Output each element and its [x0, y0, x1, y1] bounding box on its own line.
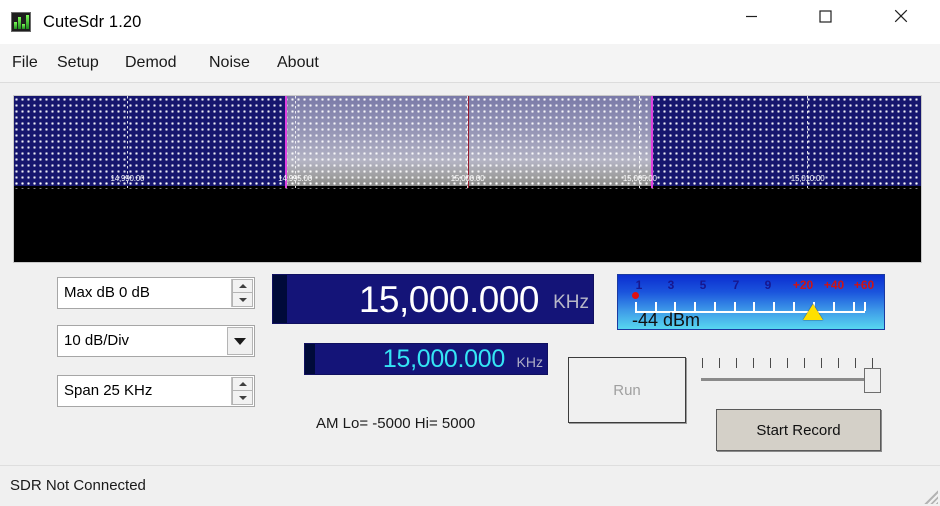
- db-per-div-combobox[interactable]: 10 dB/Div: [57, 325, 255, 357]
- volume-slider-groove[interactable]: [701, 378, 879, 381]
- menu-item-demod[interactable]: Demod: [121, 52, 181, 74]
- status-message: SDR Not Connected: [10, 477, 146, 494]
- chevron-up-icon: [238, 284, 247, 288]
- start-record-button[interactable]: Start Record: [716, 409, 881, 451]
- max-db-value: Max dB 0 dB: [64, 284, 150, 301]
- maximize-icon: [818, 9, 832, 23]
- max-db-spinbox[interactable]: Max dB 0 dB: [57, 277, 255, 309]
- smeter-label-s9: 9: [764, 278, 772, 292]
- demod-frequency-unit: KHz: [516, 354, 543, 370]
- spectrum-freq-label: 15,010.00: [790, 174, 825, 183]
- close-button[interactable]: [878, 0, 924, 32]
- close-icon: [894, 9, 908, 23]
- run-button[interactable]: Run: [568, 357, 686, 423]
- window-title: CuteSdr 1.20: [43, 13, 142, 31]
- demod-frequency-display[interactable]: 15,000.000 KHz: [304, 343, 548, 375]
- smeter-overload-dot: [632, 292, 639, 299]
- db-per-div-value: 10 dB/Div: [64, 332, 130, 349]
- smeter-label-p60: +60: [853, 278, 875, 292]
- max-db-step-down[interactable]: [232, 293, 253, 307]
- span-stepper[interactable]: [231, 377, 253, 405]
- chevron-down-icon: [238, 395, 247, 400]
- span-step-down[interactable]: [232, 391, 253, 405]
- smeter-dbm-value: -44 dBm: [632, 310, 701, 330]
- chevron-down-icon: [238, 297, 247, 302]
- title-bar: CuteSdr 1.20: [0, 0, 940, 45]
- minimize-button[interactable]: [728, 0, 774, 32]
- status-bar: SDR Not Connected: [0, 465, 940, 506]
- smeter-label-p20: +20: [792, 278, 814, 292]
- menu-item-about[interactable]: About: [273, 52, 323, 74]
- spectrum-canvas: 14,990.00 14,995.00 15,000.00 15,005.00 …: [14, 96, 921, 262]
- volume-slider-ticks: [698, 358, 884, 368]
- resize-grip[interactable]: [920, 486, 938, 504]
- smeter-label-s3: 3: [667, 278, 675, 292]
- smeter-pointer: [803, 304, 823, 320]
- spectrum-freq-label: 15,005.00: [622, 174, 657, 183]
- menu-item-noise[interactable]: Noise: [205, 52, 254, 74]
- spectrum-display[interactable]: 14,990.00 14,995.00 15,000.00 15,005.00 …: [13, 95, 922, 263]
- minimize-icon: [745, 15, 757, 17]
- menu-item-setup[interactable]: Setup: [53, 52, 103, 74]
- spectrum-freq-label: 15,000.00: [450, 174, 485, 183]
- spectrum-freq-label: 14,995.00: [278, 174, 313, 183]
- span-spinbox[interactable]: Span 25 KHz: [57, 375, 255, 407]
- menu-bar: File Setup Demod Noise About: [0, 44, 940, 83]
- smeter-label-s1: 1: [635, 278, 643, 292]
- spectrum-freq-label: 14,990.00: [110, 174, 145, 183]
- span-step-up[interactable]: [232, 377, 253, 391]
- main-frequency-left-cap: [273, 275, 287, 323]
- smeter-label-p40: +40: [823, 278, 845, 292]
- volume-slider-handle[interactable]: [864, 368, 881, 393]
- main-frequency-unit: KHz: [553, 292, 589, 313]
- filter-info-label: AM Lo= -5000 Hi= 5000: [316, 415, 476, 432]
- chevron-up-icon: [238, 382, 247, 386]
- span-value: Span 25 KHz: [64, 382, 153, 399]
- signal-meter: 1 3 5 7 9 +20 +40 +60 -44 dBm: [617, 274, 885, 330]
- app-icon: [11, 12, 31, 32]
- demod-frequency-left-cap: [305, 344, 315, 374]
- smeter-label-s5: 5: [699, 278, 707, 292]
- main-frequency-value: 15,000.000: [358, 279, 540, 320]
- chevron-down-icon: [234, 337, 246, 345]
- volume-slider[interactable]: [698, 358, 884, 398]
- demod-frequency-value: 15,000.000: [382, 345, 505, 373]
- smeter-label-s7: 7: [732, 278, 740, 292]
- maximize-button[interactable]: [802, 0, 848, 32]
- menu-item-file[interactable]: File: [8, 52, 42, 74]
- db-per-div-dropdown-button[interactable]: [227, 327, 253, 355]
- max-db-step-up[interactable]: [232, 279, 253, 293]
- main-frequency-display[interactable]: 15,000.000 KHz: [272, 274, 594, 324]
- cutesdr-window: CuteSdr 1.20 File Setup Demod Noise Abou…: [0, 0, 940, 506]
- max-db-stepper[interactable]: [231, 279, 253, 307]
